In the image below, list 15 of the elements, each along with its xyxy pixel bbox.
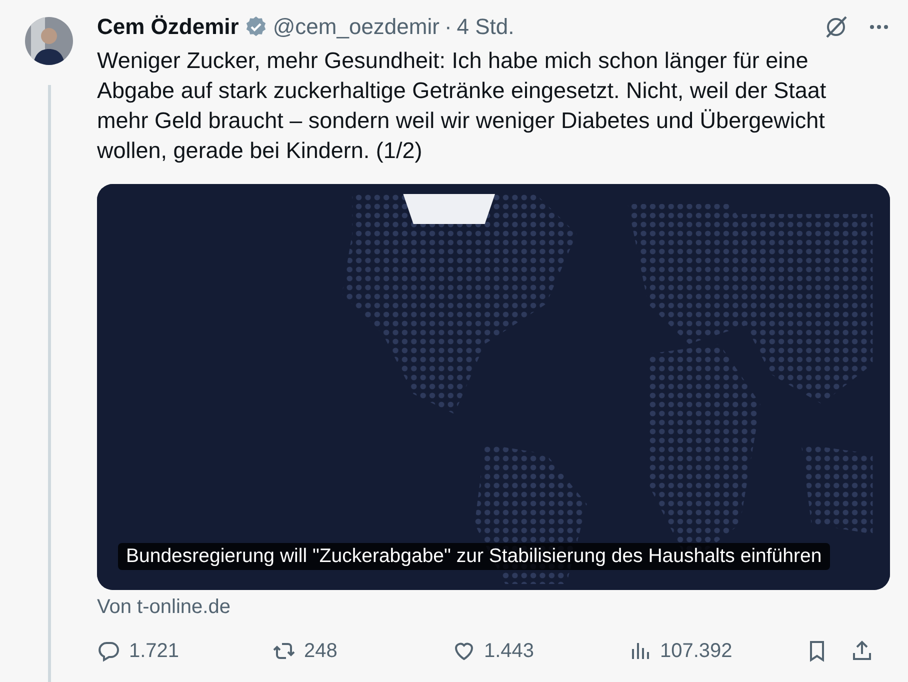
reply-icon bbox=[97, 639, 121, 663]
author-handle[interactable]: @cem_oezdemir bbox=[272, 14, 440, 40]
avatar[interactable] bbox=[25, 17, 73, 65]
author-name[interactable]: Cem Özdemir bbox=[97, 14, 239, 40]
post-text: Weniger Zucker, mehr Gesundheit: Ich habe mich schon länger für eine Abgabe auf stark zuckerhaltige Getränke eingesetzt. Nicht, weil der Staat mehr Geld braucht – sondern weil wir weniger Diabetes und Übergewicht wollen, gerade bei Kindern. (1/2) bbox=[97, 47, 828, 165]
card-title[interactable]: Bundesregierung will "Zuckerabgabe" zur Stabilisierung des Haushalts einführen bbox=[118, 543, 830, 570]
repost-button[interactable]: 248 bbox=[272, 639, 452, 663]
link-card[interactable]: Bundesregierung will "Zuckerabgabe" zur Stabilisierung des Haushalts einführen bbox=[97, 184, 890, 590]
separator: · bbox=[444, 14, 452, 40]
share-icon bbox=[850, 639, 874, 663]
card-source[interactable]: Von t-online.de bbox=[97, 596, 890, 619]
reply-button[interactable]: 1.721 bbox=[97, 639, 272, 663]
like-button[interactable]: 1.443 bbox=[452, 639, 628, 663]
post-time[interactable]: 4 Std. bbox=[456, 14, 514, 40]
views-button[interactable]: 107.392 bbox=[628, 639, 805, 663]
